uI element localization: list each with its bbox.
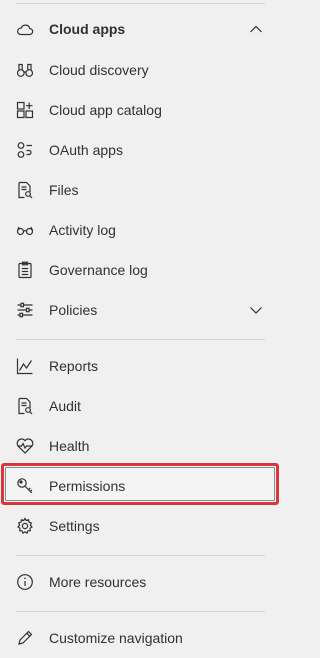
clipboard-icon [16,261,34,279]
oauth-apps-icon [16,141,34,159]
nav-item-label: Governance log [49,262,148,278]
nav-item-label: Cloud app catalog [49,102,162,118]
nav-item-label: Files [49,182,79,198]
nav-item-label: Activity log [49,222,116,238]
nav-item-more-resources[interactable]: More resources [0,562,284,602]
nav-divider [16,611,265,612]
pencil-icon [16,629,34,647]
nav-item-settings[interactable]: Settings [0,506,284,546]
glasses-icon [16,221,34,239]
nav-item-audit[interactable]: Audit [0,386,284,426]
line-chart-icon [16,357,34,375]
nav-item-label: Audit [49,398,81,414]
nav-item-label: Settings [49,518,100,534]
left-navigation: Cloud apps Cloud discovery Cloud app cat… [0,0,284,646]
nav-item-cloud-discovery[interactable]: Cloud discovery [0,50,284,90]
nav-item-governance-log[interactable]: Governance log [0,250,284,290]
catalog-grid-icon [16,101,34,119]
nav-divider [16,339,265,340]
nav-item-label: OAuth apps [49,142,123,158]
nav-item-policies[interactable]: Policies [0,290,284,330]
nav-item-reports[interactable]: Reports [0,346,284,386]
key-icon [16,477,34,495]
binoculars-icon [16,61,34,79]
nav-item-label: Policies [49,302,98,318]
nav-item-label: Health [49,438,90,454]
audit-icon [16,397,34,415]
chevron-up-icon[interactable] [249,23,263,35]
nav-item-permissions[interactable]: Permissions [0,466,284,506]
nav-item-activity-log[interactable]: Activity log [0,210,284,250]
nav-divider [16,3,265,4]
heart-pulse-icon [16,437,34,455]
nav-group-cloud-apps[interactable]: Cloud apps [0,9,284,49]
gear-icon [16,517,34,535]
nav-item-label: Permissions [49,478,126,494]
nav-item-files[interactable]: Files [0,170,284,210]
nav-item-health[interactable]: Health [0,426,284,466]
nav-group-cloud-apps-label: Cloud apps [49,21,126,37]
nav-divider [16,555,265,556]
nav-item-cloud-app-catalog[interactable]: Cloud app catalog [0,90,284,130]
nav-item-label: Reports [49,358,99,374]
nav-item-label: Cloud discovery [49,62,149,78]
sliders-icon [16,301,34,319]
nav-item-customize-navigation[interactable]: Customize navigation [0,618,284,658]
cloud-icon [16,20,34,38]
info-icon [16,573,34,591]
nav-item-label: More resources [49,574,147,590]
nav-item-oauth-apps[interactable]: OAuth apps [0,130,284,170]
chevron-down-icon[interactable] [249,304,263,316]
file-search-icon [16,181,34,199]
nav-item-label: Customize navigation [49,630,183,646]
